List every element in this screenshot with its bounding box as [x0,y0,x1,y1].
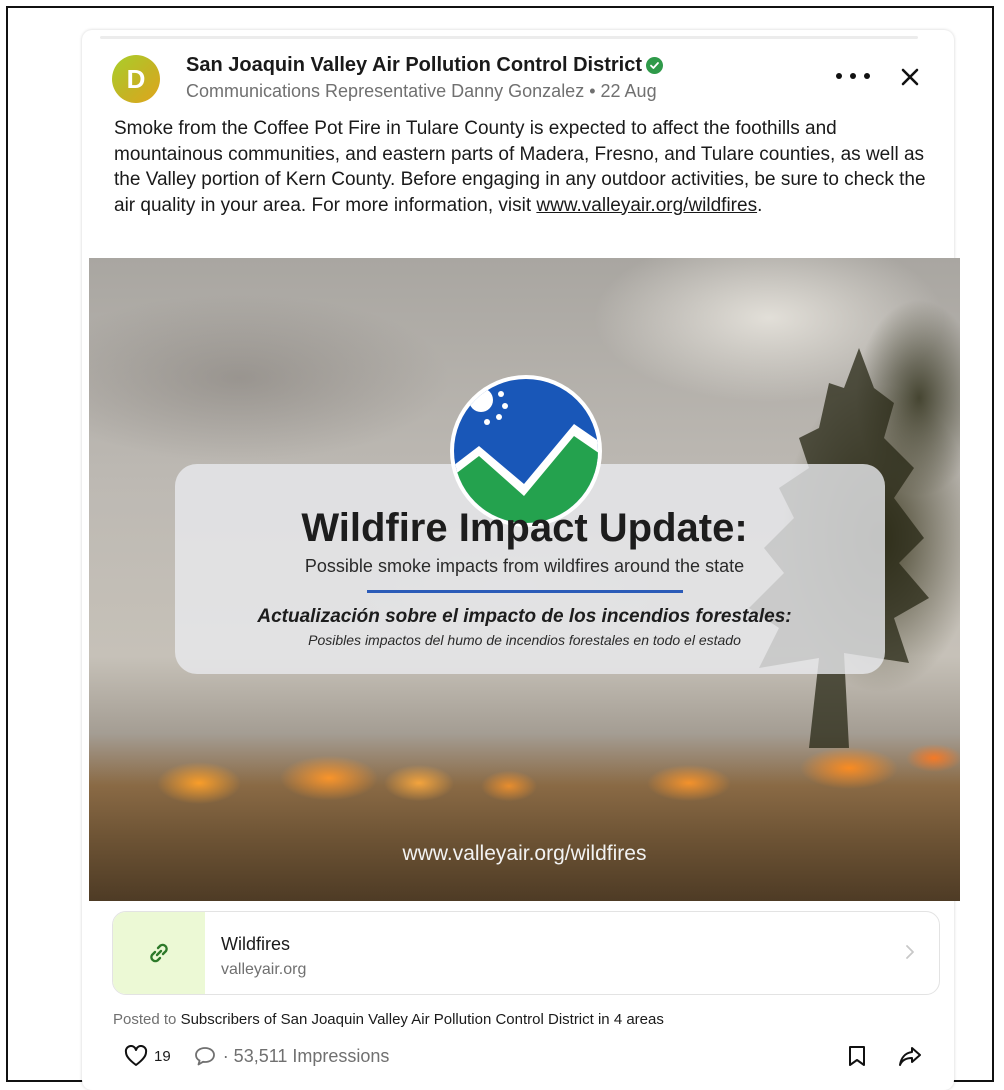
image-subtitle: Possible smoke impacts from wildfires ar… [304,556,745,576]
image-es-title: Actualización sobre el impacto de los in… [257,606,792,627]
link-preview-card[interactable]: Wildfires valleyair.org [112,911,940,995]
bookmark-icon[interactable] [846,1044,868,1073]
posted-to-audience[interactable]: Subscribers of San Joaquin Valley Air Po… [181,1011,664,1028]
post-body-link[interactable]: www.valleyair.org/wildfires [536,195,757,216]
fire-line [89,728,960,808]
chevron-right-icon [906,945,914,959]
image-title: Wildfire Impact Update: [301,506,748,550]
avatar-initial: D [126,63,146,94]
post-image[interactable]: Wildfire Impact Update: Possible smoke i… [89,258,960,901]
posted-to-prefix: Posted to [113,1011,177,1028]
verified-badge-icon [646,57,663,74]
byline-author: Communications Representative Danny Gonz… [186,81,585,101]
image-url-caption: www.valleyair.org/wildfires [402,842,647,865]
heart-icon [124,1045,148,1066]
image-divider [367,590,683,593]
comment-icon [194,1047,215,1066]
link-preview-thumb [113,912,205,994]
impressions-count: · 53,511 Impressions [222,1045,390,1066]
like-count: 19 [154,1047,171,1065]
post-body-trailing: . [757,194,763,216]
image-es-subtitle: Posibles impactos del humo de incendios … [308,632,741,648]
card-top-edge [100,36,918,39]
share-icon[interactable] [897,1044,923,1073]
author-name[interactable]: San Joaquin Valley Air Pollution Control… [186,54,663,77]
like-button[interactable]: 19 [124,1045,171,1067]
more-options-icon[interactable] [836,62,870,90]
posted-to: Posted to Subscribers of San Joaquin Val… [113,1011,664,1028]
district-logo [450,375,602,527]
post-body-text: Smoke from the Coffee Pot Fire in Tulare… [114,118,926,216]
link-icon [150,943,168,963]
post-actions: 19 · 53,511 Impressions [124,1042,389,1070]
post-date: • 22 Aug [589,81,657,101]
avatar[interactable]: D [112,55,160,103]
close-icon[interactable] [895,62,925,92]
post-body: Smoke from the Coffee Pot Fire in Tulare… [114,116,944,218]
comment-button[interactable]: · 53,511 Impressions [193,1045,390,1067]
author-name-text[interactable]: San Joaquin Valley Air Pollution Control… [186,54,642,77]
link-preview-domain: valleyair.org [221,961,307,978]
byline: Communications Representative Danny Gonz… [186,81,657,102]
link-preview-title: Wildfires [221,934,291,954]
